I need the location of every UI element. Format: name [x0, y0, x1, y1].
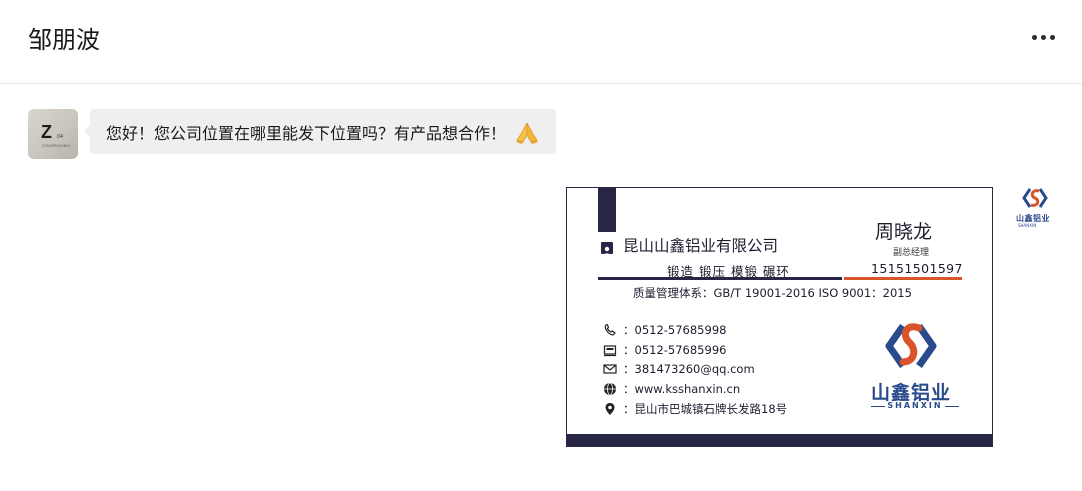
- message-text: 您好！您公司位置在哪里能发下位置吗？有产品想合作！: [106, 123, 507, 143]
- location-pin-icon: [603, 402, 617, 416]
- shanxin-logo-mark: [881, 320, 941, 372]
- card-website: ：www.ksshanxin.cn: [623, 382, 741, 396]
- folded-hands-emoji: [514, 120, 540, 144]
- card-mobile: 15151501597: [871, 261, 963, 276]
- more-horizontal-icon: [1032, 35, 1037, 40]
- chat-header: 邹朋波: [0, 0, 1082, 84]
- card-company-name: 昆山山鑫铝业有限公司: [623, 237, 779, 255]
- card-phone: ：0512-57685998: [623, 323, 727, 337]
- message-bubble[interactable]: 您好！您公司位置在哪里能发下位置吗？有产品想合作！: [83, 109, 557, 154]
- more-options-button[interactable]: [1030, 26, 1060, 48]
- card-divider-accent: [844, 277, 962, 280]
- card-logo-subtext: SHANXIN: [871, 401, 959, 410]
- card-quality-system: 质量管理体系：GB/T 19001-2016 ISO 9001：2015: [633, 286, 912, 300]
- shanxin-logo-icon: [1022, 188, 1048, 208]
- card-divider-dark: [598, 277, 842, 280]
- card-bottom-bar: [567, 434, 992, 446]
- card-email: ：381473260@qq.com: [623, 362, 755, 376]
- card-accent-bar: [598, 188, 616, 232]
- card-contact-name: 周晓龙: [875, 221, 933, 243]
- card-fax-row: ：0512-57685996: [603, 341, 726, 359]
- card-phone-row: ：0512-57685998: [603, 321, 726, 339]
- contact-avatar[interactable]: Z .04 ZOUPENGBO: [28, 109, 78, 159]
- chat-title: 邹朋波: [28, 26, 100, 54]
- avatar-tiny-text: .04: [56, 134, 63, 140]
- self-avatar-subtext: SHANXIN: [1018, 223, 1037, 228]
- phone-icon: [603, 323, 617, 337]
- card-email-row: ：381473260@qq.com: [603, 360, 755, 378]
- business-card-image[interactable]: 昆山山鑫铝业有限公司 锻造 锻压 模锻 碾环 周晓龙 副总经理 15151501…: [566, 187, 993, 447]
- card-fax: ：0512-57685996: [623, 343, 727, 357]
- card-contact-title: 副总经理: [893, 248, 930, 258]
- person-icon: [601, 242, 613, 256]
- card-website-row: ：www.ksshanxin.cn: [603, 380, 740, 398]
- card-address: ：昆山市巴城镇石牌长发路18号: [623, 402, 788, 416]
- avatar-subtext: ZOUPENGBO: [42, 143, 71, 148]
- fax-icon: [603, 343, 617, 357]
- globe-icon: [603, 382, 617, 396]
- mail-icon: [603, 362, 617, 376]
- avatar-letter: Z: [41, 122, 52, 142]
- self-avatar[interactable]: 山鑫铝业 SHANXIN: [1012, 186, 1058, 232]
- card-address-row: ：昆山市巴城镇石牌长发路18号: [603, 400, 787, 418]
